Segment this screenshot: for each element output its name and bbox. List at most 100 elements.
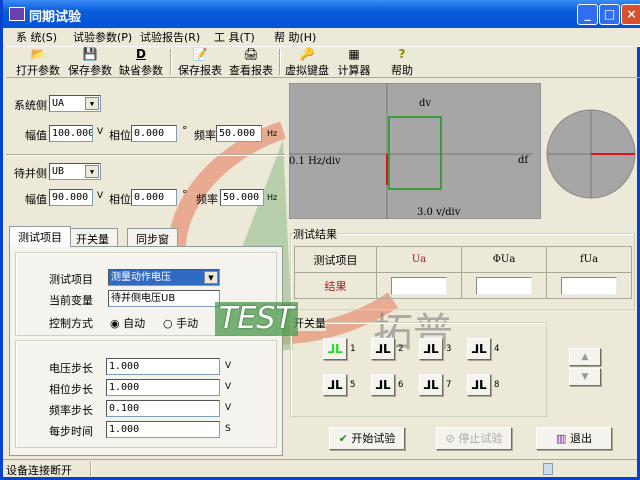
phase-label: 相位	[109, 129, 131, 142]
button-label: 开始试验	[351, 432, 396, 445]
step-label: 每步时间	[49, 425, 93, 438]
chevron-down-icon[interactable]: ▼	[85, 97, 99, 110]
system-freq-input[interactable]: 50.000	[216, 125, 262, 142]
system-side-select[interactable]: UA ▼	[49, 95, 101, 112]
switch-number: 5	[350, 380, 356, 390]
switch-4-button[interactable]: ⅃L	[467, 338, 491, 360]
step-label: 相位步长	[49, 383, 93, 396]
system-amp-input[interactable]: 100.000	[49, 125, 93, 142]
step-unit: V	[225, 382, 232, 392]
step-input[interactable]: 1.000	[106, 379, 220, 396]
current-variable-field: 待并侧电压UB	[108, 290, 220, 307]
menu-help[interactable]: 帮 助(H)	[274, 29, 316, 45]
floppy-disk-icon: 💾	[82, 47, 98, 61]
switch-number: 3	[446, 344, 452, 354]
status-text: 设备连接断开	[6, 464, 72, 477]
x-axis-label: df	[518, 155, 529, 166]
phasor-plot	[546, 109, 636, 199]
switch-7-button[interactable]: ⅃L	[419, 374, 443, 396]
step-input[interactable]: 1.000	[106, 421, 220, 438]
switch-title: 开关量	[293, 315, 326, 331]
control-mode-label: 控制方式	[49, 317, 93, 330]
df-dv-plot	[289, 83, 541, 219]
exit-button[interactable]: ▥ 退出	[536, 427, 612, 450]
switch-number: 1	[350, 344, 356, 354]
step-input[interactable]: 0.100	[106, 400, 220, 417]
step-unit: S	[225, 424, 231, 434]
pending-amp-input[interactable]: 90.000	[49, 189, 93, 206]
pending-side-label: 待并侧	[14, 167, 47, 180]
help-bulb-icon: ?	[398, 47, 406, 61]
menu-bar: 系 统(S) 试验参数(P) 试验报告(R) 工 具(T) 帮 助(H)	[6, 28, 640, 46]
scroll-up-button[interactable]: ▲	[569, 348, 601, 366]
switch-3-button[interactable]: ⅃L	[419, 338, 443, 360]
default-params-button[interactable]: D 缺省参数	[115, 47, 167, 77]
selected-value: UB	[52, 166, 65, 177]
save-params-button[interactable]: 💾 保存参数	[64, 47, 116, 77]
scroll-down-button[interactable]: ▼	[569, 368, 601, 386]
selected-value: UA	[52, 98, 65, 109]
tool-label: 保存报表	[178, 64, 222, 77]
test-item-select[interactable]: 测量动作电压 ▼	[108, 269, 220, 286]
switch-6-button[interactable]: ⅃L	[371, 374, 395, 396]
open-params-button[interactable]: 📂 打开参数	[12, 47, 64, 77]
freq-label: 频率	[196, 193, 218, 206]
pending-phase-input[interactable]: 0.000	[131, 189, 177, 206]
close-button[interactable]: ×	[621, 4, 640, 25]
button-label: 退出	[569, 432, 592, 445]
switch-2-button[interactable]: ⅃L	[371, 338, 395, 360]
results-title: 测试结果	[293, 226, 337, 242]
radio-checked-icon: ◉	[110, 317, 120, 330]
tool-label: 帮助	[391, 64, 413, 77]
tool-label: 保存参数	[68, 64, 112, 77]
start-test-button[interactable]: ✔ 开始试验	[329, 427, 405, 450]
menu-tools[interactable]: 工 具(T)	[214, 29, 255, 45]
plot-background	[289, 83, 541, 219]
step-input[interactable]: 1.000	[106, 358, 220, 375]
pending-side-select[interactable]: UB ▼	[49, 163, 101, 180]
radio-label: 自动	[123, 317, 146, 330]
stop-icon: ⊘	[445, 432, 455, 445]
switch-number: 8	[494, 380, 500, 390]
pending-freq-input[interactable]: 50.000	[220, 189, 264, 206]
switch-8-button[interactable]: ⅃L	[467, 374, 491, 396]
chevron-down-icon[interactable]: ▼	[204, 271, 218, 284]
maximize-button[interactable]: □	[599, 4, 620, 25]
tab-switch[interactable]: 开关量	[67, 228, 118, 247]
test-item-label: 测试项目	[49, 273, 93, 286]
minimize-button[interactable]: _	[577, 4, 598, 25]
radio-auto[interactable]: ◉ 自动	[110, 315, 145, 331]
menu-system[interactable]: 系 统(S)	[16, 29, 57, 45]
freq-unit: Hz	[267, 193, 278, 202]
calculator-button[interactable]: ▦ 计算器	[328, 47, 380, 77]
stop-test-button[interactable]: ⊘ 停止试验	[436, 427, 512, 450]
amp-label: 幅值	[25, 129, 47, 142]
step-unit: V	[225, 403, 232, 413]
phase-unit: °	[182, 124, 188, 137]
virtual-keyboard-button[interactable]: 🔑 虚拟键盘	[281, 47, 333, 77]
menu-test-report[interactable]: 试验报告(R)	[140, 29, 200, 45]
step-label: 电压步长	[49, 362, 93, 375]
menu-test-params[interactable]: 试验参数(P)	[73, 29, 132, 45]
toolbar-separator	[170, 49, 172, 75]
chevron-down-icon[interactable]: ▼	[85, 165, 99, 178]
amp-unit: V	[97, 127, 104, 137]
x-scale-label: 0.1 Hz/div	[289, 156, 341, 167]
window-title: 同期试验	[29, 10, 82, 25]
radio-label: 手动	[176, 317, 199, 330]
button-label: 停止试验	[458, 432, 503, 445]
save-report-button[interactable]: 📝 保存报表	[174, 47, 226, 77]
system-phase-input[interactable]: 0.000	[131, 125, 177, 142]
switch-5-button[interactable]: ⅃L	[323, 374, 347, 396]
help-button[interactable]: ? 帮助	[376, 47, 428, 77]
radio-manual[interactable]: ○ 手动	[163, 315, 198, 331]
tab-sync-window[interactable]: 同步窗	[127, 228, 178, 247]
results-table: 测试项目 Ua ΦUa fUa 结果	[294, 246, 632, 299]
radio-unchecked-icon: ○	[163, 317, 173, 330]
view-report-button[interactable]: 🖨 查看报表	[225, 47, 277, 77]
main-window: 同期试验 _ □ × 系 统(S) 试验参数(P) 试验报告(R) 工 具(T)…	[0, 0, 640, 480]
result-phase-field	[476, 276, 532, 295]
switch-1-button[interactable]: ⅃L	[323, 338, 347, 360]
tab-test-item[interactable]: 测试项目	[9, 226, 71, 247]
current-variable-label: 当前变量	[49, 294, 93, 307]
